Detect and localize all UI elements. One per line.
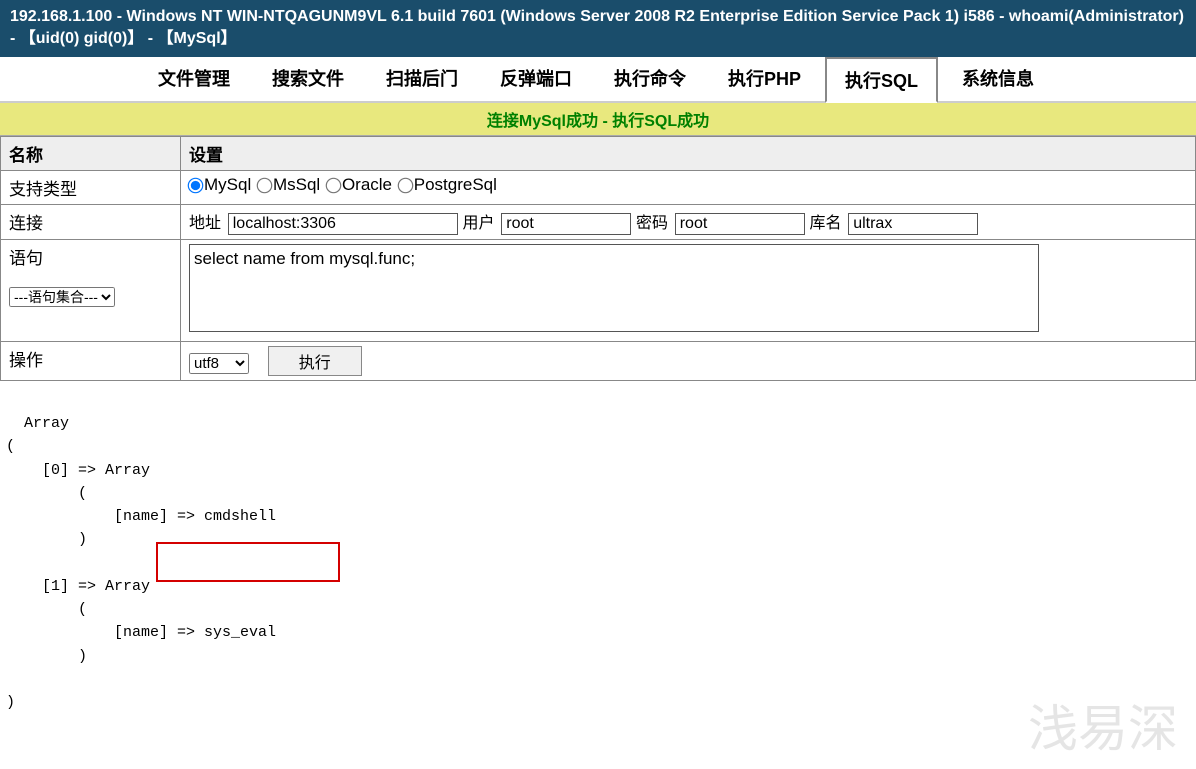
stmt-preset-select[interactable]: ---语句集合--- <box>9 287 115 307</box>
radio-postgresql[interactable]: PostgreSql <box>399 175 497 194</box>
tab-file-manage[interactable]: 文件管理 <box>140 57 248 101</box>
row-label-dbtype: 支持类型 <box>1 170 181 204</box>
output-text: Array ( [0] => Array ( [name] => cmdshel… <box>6 415 276 711</box>
execute-button[interactable]: 执行 <box>268 346 362 376</box>
charset-select[interactable]: utf8 <box>189 353 249 374</box>
radio-mysql[interactable]: MySql <box>189 175 251 194</box>
radio-mssql-input[interactable] <box>257 177 273 193</box>
row-label-operate: 操作 <box>1 341 181 380</box>
col-header-settings: 设置 <box>181 136 1196 170</box>
radio-oracle[interactable]: Oracle <box>327 175 392 194</box>
radio-mssql-label: MsSql <box>273 175 320 194</box>
connection-fields: 地址 用户 密码 库名 <box>181 204 1196 239</box>
tab-exec-cmd[interactable]: 执行命令 <box>596 57 704 101</box>
radio-oracle-label: Oracle <box>342 175 392 194</box>
sql-output: Array ( [0] => Array ( [name] => cmdshel… <box>0 381 1196 769</box>
radio-postgresql-label: PostgreSql <box>414 175 497 194</box>
operate-cell: utf8 执行 <box>181 341 1196 380</box>
radio-mssql[interactable]: MsSql <box>258 175 320 194</box>
pass-label: 密码 <box>636 215 668 232</box>
tab-bar: 文件管理 搜索文件 扫描后门 反弹端口 执行命令 执行PHP 执行SQL 系统信… <box>0 57 1196 103</box>
status-message: 连接MySql成功 - 执行SQL成功 <box>0 103 1196 136</box>
tab-reverse-port[interactable]: 反弹端口 <box>482 57 590 101</box>
tab-scan-backdoor[interactable]: 扫描后门 <box>368 57 476 101</box>
highlight-box <box>156 542 340 582</box>
pass-input[interactable] <box>675 213 805 235</box>
addr-input[interactable] <box>228 213 458 235</box>
db-label: 库名 <box>809 215 841 232</box>
db-type-radios: MySql MsSql Oracle PostgreSql <box>181 170 1196 204</box>
sql-cell <box>181 239 1196 341</box>
addr-label: 地址 <box>189 215 221 232</box>
row-label-connection: 连接 <box>1 204 181 239</box>
sql-form-table: 名称 设置 支持类型 MySql MsSql Oracle PostgreSql… <box>0 136 1196 381</box>
tab-search-file[interactable]: 搜索文件 <box>254 57 362 101</box>
row-label-statement: 语句 ---语句集合--- <box>1 239 181 341</box>
stmt-label-text: 语句 <box>9 249 43 268</box>
col-header-name: 名称 <box>1 136 181 170</box>
radio-oracle-input[interactable] <box>326 177 342 193</box>
sql-textarea[interactable] <box>189 244 1039 332</box>
radio-mysql-label: MySql <box>204 175 251 194</box>
watermark: 浅易深 <box>1028 691 1178 769</box>
header-title: 192.168.1.100 - Windows NT WIN-NTQAGUNM9… <box>0 0 1196 57</box>
tab-exec-sql[interactable]: 执行SQL <box>825 57 938 103</box>
tab-sys-info[interactable]: 系统信息 <box>944 57 1052 101</box>
radio-postgresql-input[interactable] <box>397 177 413 193</box>
db-input[interactable] <box>848 213 978 235</box>
user-label: 用户 <box>462 215 494 232</box>
user-input[interactable] <box>501 213 631 235</box>
radio-mysql-input[interactable] <box>188 177 204 193</box>
tab-exec-php[interactable]: 执行PHP <box>710 57 819 101</box>
